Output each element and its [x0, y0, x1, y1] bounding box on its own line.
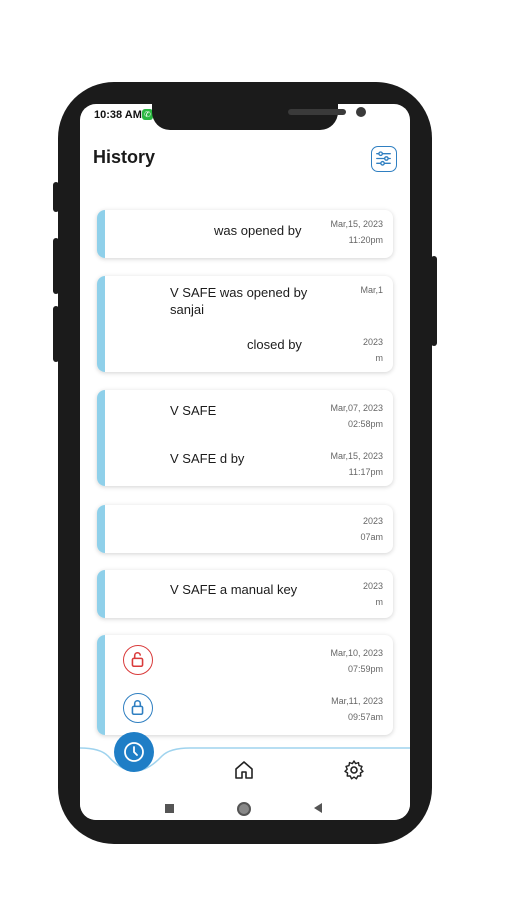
entry-date-block: Mar,15, 2023 11:20pm	[330, 216, 383, 248]
entry-date: 2023	[362, 581, 383, 591]
page-title: History	[93, 147, 156, 167]
entry-date-block: 2023 m	[363, 334, 383, 366]
entry-time: 11:17pm	[348, 467, 383, 477]
entry-time: 07am	[360, 532, 383, 542]
unlock-icon	[131, 652, 144, 668]
entry-date-block: Mar,11, 2023 09:57am	[331, 693, 383, 725]
lock-status-locked	[123, 693, 153, 723]
history-entry: V SAFE Mar,07, 2023 02:58pm	[97, 394, 393, 438]
history-entry: V SAFE a manual key 2023 m	[97, 572, 393, 616]
history-card[interactable]: V SAFE a manual key 2023 m	[97, 570, 393, 618]
entry-date: Mar,07, 2023	[330, 403, 383, 413]
entry-date: Mar,15, 2023	[330, 451, 383, 461]
entry-message: V SAFE d by	[170, 451, 245, 466]
history-entry: V SAFE d by Mar,15, 2023 11:17pm	[97, 442, 393, 486]
system-navigation-bar	[80, 794, 410, 820]
history-card[interactable]: V SAFE was opened by sanjai Mar,1 closed…	[97, 276, 393, 372]
lock-icon	[131, 700, 144, 716]
history-card[interactable]: 2023 07am	[97, 505, 393, 553]
entry-time: 09:57am	[347, 712, 383, 722]
entry-date-block: Mar,10, 2023 07:59pm	[330, 645, 383, 677]
entry-date: Mar,10, 2023	[330, 648, 383, 658]
entry-date-block: Mar,1	[360, 282, 383, 298]
history-card[interactable]: Mar,10, 2023 07:59pm Mar,11, 2023 09:57a…	[97, 635, 393, 735]
entry-message: V SAFE was opened by sanjai	[170, 285, 308, 317]
app-screen: 10:38 AM ✆ History was opened by Mar,15,…	[80, 104, 410, 820]
front-camera	[356, 107, 366, 117]
entry-date-block: Mar,07, 2023 02:58pm	[330, 400, 383, 432]
entry-date: 2023	[362, 337, 383, 347]
entry-message: V SAFE	[170, 403, 217, 418]
lock-status-unlocked	[123, 645, 153, 675]
entry-date-block: 2023 m	[363, 578, 383, 610]
entry-time: 02:58pm	[347, 419, 383, 429]
entry-message: V SAFE a manual key	[170, 582, 298, 597]
home-button[interactable]	[232, 758, 258, 784]
entry-date: Mar,1	[360, 285, 383, 295]
recents-button[interactable]	[165, 804, 174, 813]
entry-time: 11:20pm	[348, 235, 383, 245]
history-entry: V SAFE was opened by sanjai Mar,1	[97, 276, 393, 320]
status-time: 10:38 AM	[94, 109, 142, 121]
history-entry: closed by 2023 m	[97, 328, 393, 372]
history-entry: 2023 07am	[97, 507, 393, 551]
entry-time: m	[375, 597, 384, 607]
entry-date: Mar,11, 2023	[331, 696, 383, 706]
settings-button[interactable]	[342, 758, 368, 784]
clock-icon	[124, 742, 144, 762]
entry-date-block: 2023 07am	[360, 513, 383, 545]
entry-date: 2023	[362, 516, 383, 526]
history-entry: Mar,10, 2023 07:59pm	[97, 639, 393, 683]
filter-icon	[376, 151, 391, 166]
speaker	[288, 109, 346, 115]
entry-time: m	[375, 353, 384, 363]
history-fab-button[interactable]	[114, 732, 154, 772]
camera-notch	[152, 104, 366, 130]
gear-icon	[344, 760, 364, 780]
home-icon	[235, 761, 253, 779]
history-entry: Mar,11, 2023 09:57am	[97, 687, 393, 731]
history-card[interactable]: was opened by Mar,15, 2023 11:20pm	[97, 210, 393, 258]
filter-button[interactable]	[371, 146, 397, 172]
home-system-button[interactable]	[237, 802, 251, 816]
history-entry: was opened by Mar,15, 2023 11:20pm	[97, 210, 393, 254]
history-card[interactable]: V SAFE Mar,07, 2023 02:58pm V SAFE d by …	[97, 390, 393, 486]
back-button[interactable]	[314, 803, 322, 813]
entry-time: 07:59pm	[347, 664, 383, 674]
entry-date-block: Mar,15, 2023 11:17pm	[330, 448, 383, 480]
entry-date: Mar,15, 2023	[330, 219, 383, 229]
